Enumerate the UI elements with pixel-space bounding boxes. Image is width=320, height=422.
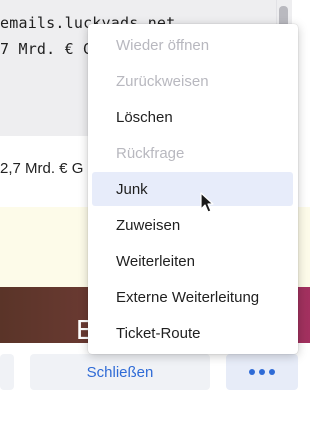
- menu-item-external-forward[interactable]: Externe Weiterleitung: [92, 280, 293, 314]
- message-preview-text: 2,7 Mrd. € G: [0, 160, 84, 177]
- menu-item-delete[interactable]: Löschen: [92, 100, 293, 134]
- menu-item-forward[interactable]: Weiterleiten: [92, 244, 293, 278]
- close-button[interactable]: Schließen: [30, 354, 210, 390]
- code-line: 7 Mrd. € G: [0, 40, 93, 58]
- mouse-cursor-icon: [200, 192, 214, 213]
- menu-item-inquiry: Rückfrage: [116, 144, 185, 162]
- menu-item-ticket-route[interactable]: Ticket-Route: [92, 316, 293, 350]
- ellipsis-icon: [249, 369, 275, 375]
- ticket-view: emails.luckyads.net 7 Mrd. € G 2,7 Mrd. …: [0, 0, 310, 422]
- menu-item-junk[interactable]: Junk: [92, 172, 293, 206]
- more-actions-button[interactable]: [226, 354, 298, 390]
- actions-dropdown-menu: Wieder öffnen Zurückweisen Löschen Rückf…: [88, 24, 298, 354]
- menu-item-reject: Zurückweisen: [116, 72, 209, 90]
- menu-item-reopen: Wieder öffnen: [116, 36, 210, 54]
- previous-action-button[interactable]: [0, 354, 14, 390]
- menu-item-assign[interactable]: Zuweisen: [92, 208, 293, 242]
